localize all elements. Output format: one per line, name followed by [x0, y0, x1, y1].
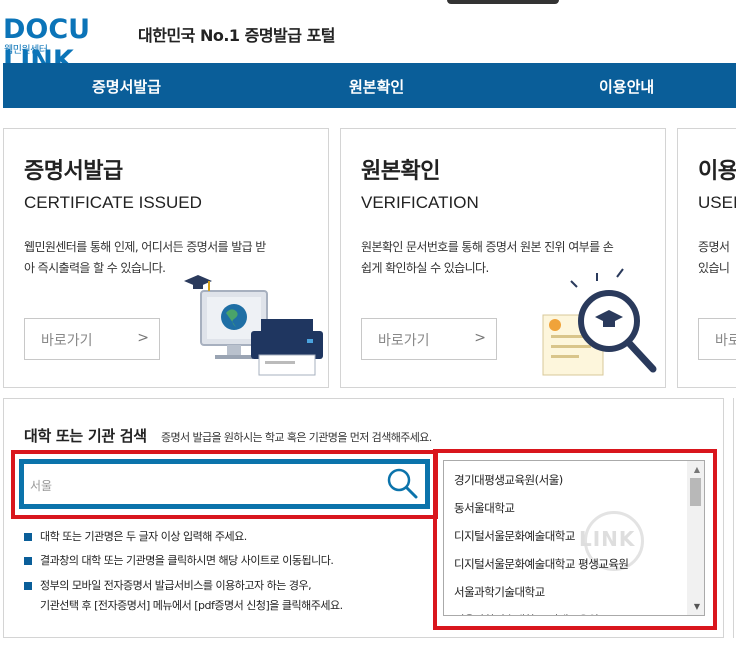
scroll-down-arrow-icon[interactable]: ▼	[694, 602, 700, 611]
card-desc-line: 웹민원센터를 통해 인제, 어디서든 증명서를 발급 받	[24, 240, 266, 254]
search-results-list[interactable]: LINK 경기대평생교육원(서울) 동서울대학교 디지털서울문화예술대학교 디지…	[443, 460, 705, 616]
list-item[interactable]: 디지털서울문화예술대학교 평생교육원	[454, 545, 684, 573]
goto-certificate-button[interactable]: 바로가기 >	[24, 318, 160, 360]
card-desc-line: 증명서	[698, 240, 730, 254]
card-certificate: 증명서발급 CERTIFICATE ISSUED 웹민원센터를 통해 인제, 어…	[3, 128, 329, 388]
list-item[interactable]: 서울과학기술대학교 평생교육원	[454, 601, 684, 615]
card-description: 증명서 있습니	[698, 237, 736, 279]
list-item[interactable]: 경기대평생교육원(서울)	[454, 461, 684, 489]
logo-subtitle: 웹민원센터	[4, 45, 48, 56]
bullet-square-icon	[24, 533, 32, 541]
computer-printer-illustration	[184, 275, 323, 376]
card-verification: 원본확인 VERIFICATION 원본확인 문서번호를 통해 증명서 원본 진…	[340, 128, 666, 388]
card-subtitle: CERTIFICATE ISSUED	[24, 193, 202, 212]
goto-guide-button[interactable]: 바로	[698, 318, 736, 360]
site-tagline: 대한민국 No.1 증명발급 포털	[138, 26, 336, 45]
scrollbar-thumb[interactable]	[690, 478, 701, 506]
list-item[interactable]: 디지털서울문화예술대학교	[454, 517, 684, 545]
bullet-square-icon	[24, 582, 32, 590]
search-box	[19, 459, 430, 509]
note-item: 정부의 모바일 전자증명서 발급서비스를 이용하고자 하는 경우, 기관선택 후…	[24, 576, 419, 616]
card-desc-line: 원본확인 문서번호를 통해 증명서 원본 진위 여부를 손	[361, 240, 614, 254]
main-navbar: 증명서발급 원본확인 이용안내	[3, 63, 736, 108]
card-subtitle: VERIFICATION	[361, 193, 479, 212]
search-notes: 대학 또는 기관명은 두 글자 이상 입력해 주세요. 결과창의 대학 또는 기…	[24, 527, 419, 616]
results-scrollbar[interactable]: ▲ ▼	[687, 461, 704, 615]
search-heading: 대학 또는 기관 검색	[24, 427, 147, 445]
note-text: 기관선택 후 [전자증명서] 메뉴에서 [pdf증명서 신청]을 클릭해주세요.	[40, 599, 343, 612]
search-help-text: 증명서 발급을 원하시는 학교 혹은 기관명을 먼저 검색해주세요.	[161, 431, 432, 444]
note-text: 결과창의 대학 또는 기관명을 클릭하시면 해당 사이트로 이동됩니다.	[40, 554, 334, 567]
magnifier-certificate-illustration	[542, 268, 657, 376]
note-text: 정부의 모바일 전자증명서 발급서비스를 이용하고자 하는 경우,	[40, 579, 312, 592]
card-subtitle: USEI	[698, 193, 736, 212]
site-header: DOCU LINK 웹민원센터 대한민국 No.1 증명발급 포털	[0, 0, 736, 76]
nav-item-verification[interactable]: 원본확인	[349, 76, 404, 97]
button-label: 바로가기	[378, 333, 430, 349]
note-item: 대학 또는 기관명은 두 글자 이상 입력해 주세요.	[24, 527, 419, 547]
search-icon	[387, 468, 418, 499]
chevron-right-icon: >	[137, 330, 149, 346]
search-input[interactable]	[30, 470, 370, 500]
docu-link-logo[interactable]: DOCU LINK 웹민원센터	[3, 10, 129, 76]
bullet-square-icon	[24, 557, 32, 565]
nav-item-certificate[interactable]: 증명서발급	[92, 76, 161, 97]
results-items: 경기대평생교육원(서울) 동서울대학교 디지털서울문화예술대학교 디지털서울문화…	[454, 461, 684, 615]
button-label: 바로가기	[41, 333, 93, 349]
note-item: 결과창의 대학 또는 기관명을 클릭하시면 해당 사이트로 이동됩니다.	[24, 551, 419, 571]
card-guide: 이용 USEI 증명서 있습니 바로	[677, 128, 736, 388]
list-item[interactable]: 서울과학기술대학교	[454, 573, 684, 601]
card-title: 증명서발급	[24, 159, 123, 184]
card-desc-line: 있습니	[698, 261, 730, 275]
card-title: 이용	[698, 159, 736, 184]
button-label: 바로	[715, 333, 736, 349]
card-title: 원본확인	[361, 159, 440, 184]
list-item[interactable]: 동서울대학교	[454, 489, 684, 517]
chevron-right-icon: >	[474, 330, 486, 346]
scroll-up-arrow-icon[interactable]: ▲	[694, 465, 700, 474]
search-button[interactable]	[384, 466, 420, 502]
nav-item-guide[interactable]: 이용안내	[599, 76, 654, 97]
note-text: 대학 또는 기관명은 두 글자 이상 입력해 주세요.	[40, 530, 247, 543]
goto-verification-button[interactable]: 바로가기 >	[361, 318, 497, 360]
